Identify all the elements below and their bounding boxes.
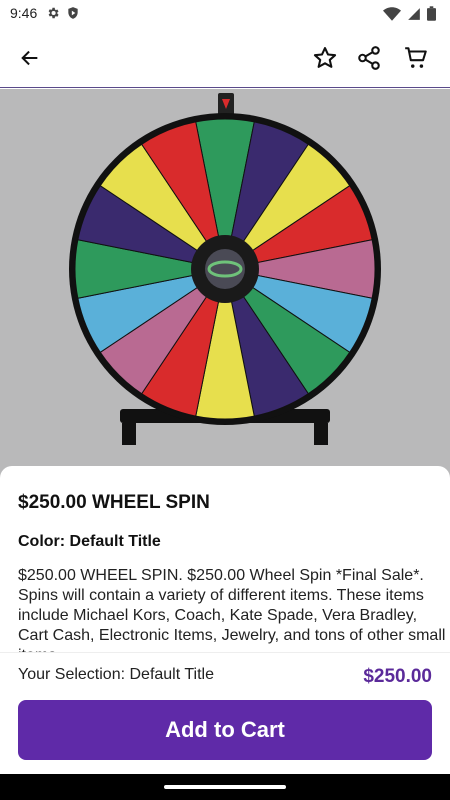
- back-button[interactable]: [12, 40, 48, 76]
- status-left-icons: [46, 6, 80, 25]
- cart-button[interactable]: [398, 40, 434, 76]
- shield-play-icon: [66, 6, 80, 25]
- battery-icon: [427, 6, 436, 26]
- share-button[interactable]: [351, 40, 387, 76]
- selection-label: Your Selection: Default Title: [18, 666, 214, 683]
- status-bar: 9:46: [0, 0, 450, 28]
- settings-gear-icon: [46, 6, 60, 25]
- system-nav-bar: [0, 774, 450, 800]
- cell-signal-icon: [407, 7, 421, 26]
- product-description: $250.00 WHEEL SPIN. $250.00 Wheel Spin *…: [18, 567, 446, 656]
- star-outline-icon: [313, 47, 337, 68]
- wheel-stand-leg-left: [122, 423, 136, 445]
- variant-label: Color: Default Title: [18, 533, 161, 550]
- product-title: $250.00 WHEEL SPIN: [18, 492, 210, 513]
- status-time: 9:46: [10, 5, 38, 21]
- favorite-button[interactable]: [307, 40, 343, 76]
- arrow-back-icon: [21, 50, 38, 66]
- wifi-icon: [383, 6, 401, 26]
- app-bar: [0, 28, 450, 88]
- status-right-icons: [383, 6, 436, 26]
- purchase-panel: Your Selection: Default Title $250.00 Ad…: [0, 652, 450, 774]
- wheel-stand-leg-right: [314, 423, 328, 445]
- product-details-sheet[interactable]: $250.00 WHEEL SPIN Color: Default Title …: [0, 466, 450, 656]
- add-to-cart-button[interactable]: Add to Cart: [18, 700, 432, 760]
- product-image[interactable]: [0, 89, 450, 479]
- wheel-hub-logo: [205, 249, 245, 289]
- share-icon: [358, 46, 380, 70]
- price-label: $250.00: [363, 666, 432, 687]
- prize-wheel-illustration: [69, 93, 381, 445]
- cart-icon: [405, 47, 427, 68]
- home-indicator[interactable]: [164, 785, 286, 789]
